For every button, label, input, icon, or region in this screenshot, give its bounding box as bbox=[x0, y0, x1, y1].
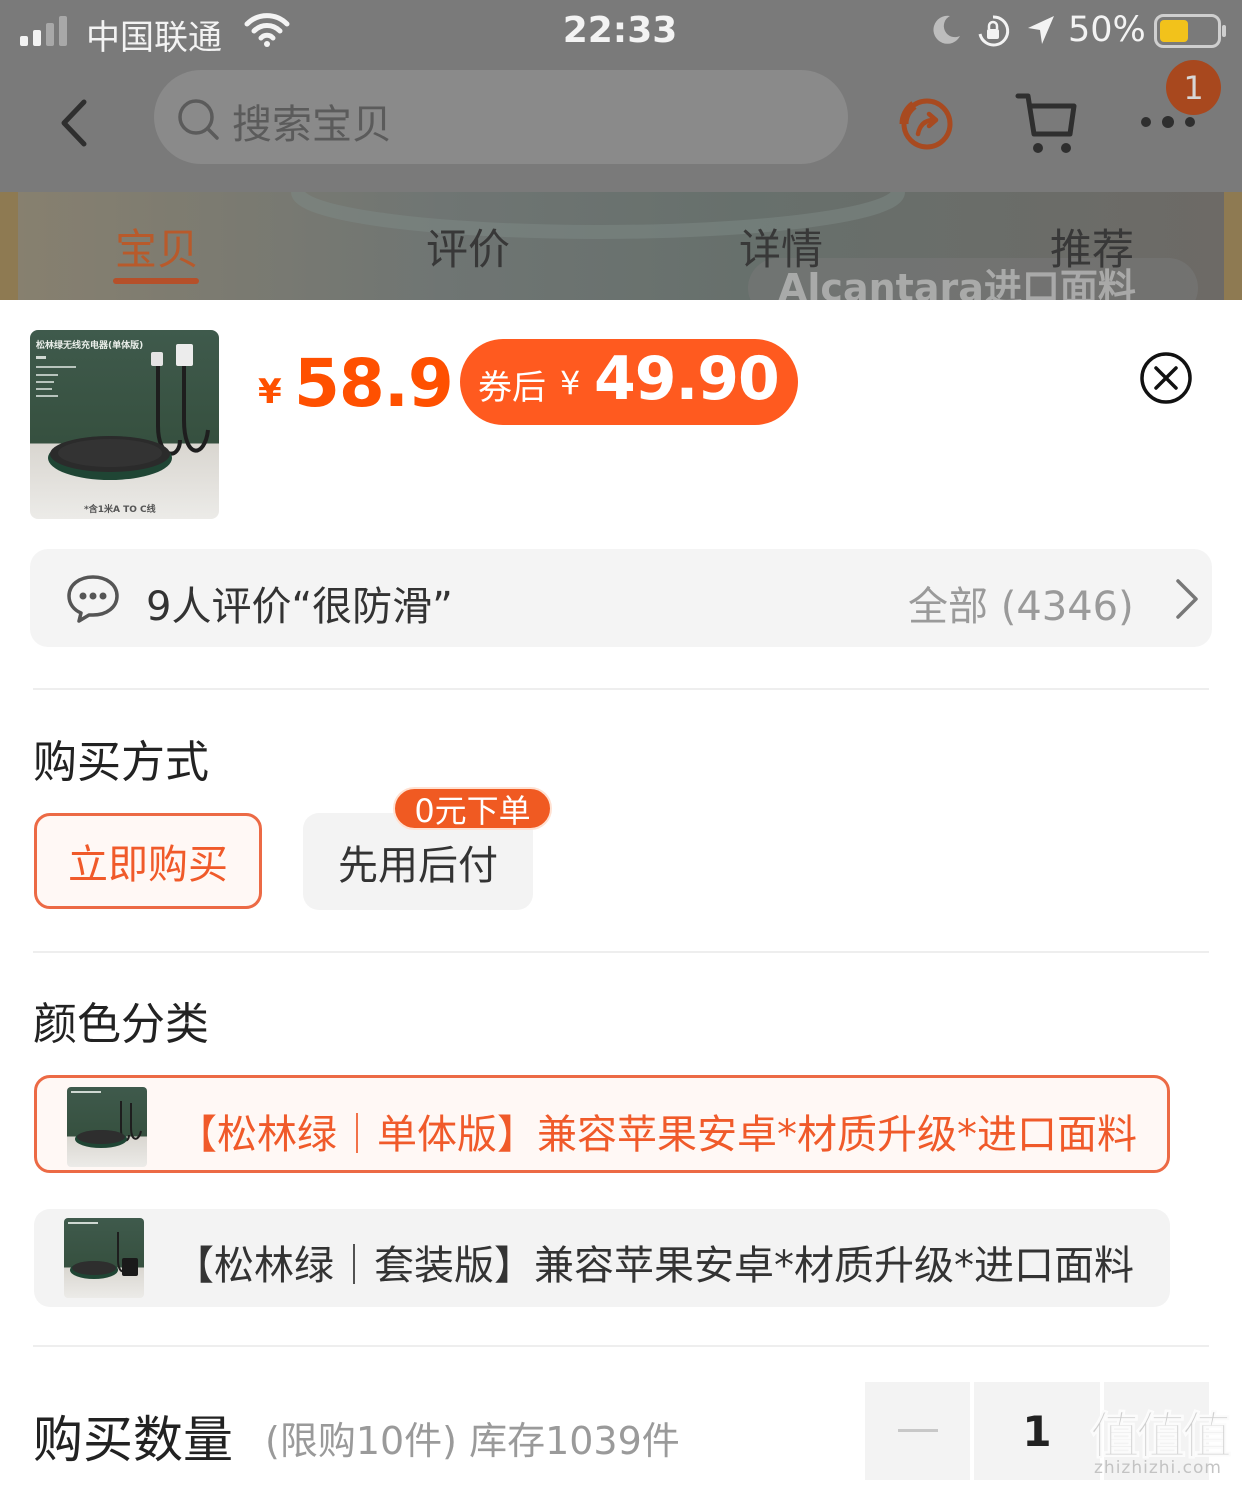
charger-image-icon bbox=[36, 344, 210, 480]
coupon-currency: ¥ bbox=[560, 364, 581, 402]
rotation-lock-icon bbox=[976, 14, 1010, 52]
back-icon[interactable] bbox=[56, 98, 92, 152]
color-option-kit[interactable]: 【松林绿｜套装版】兼容苹果安卓*材质升级*进口面料 bbox=[34, 1209, 1170, 1307]
location-icon bbox=[1026, 14, 1056, 50]
divider bbox=[33, 1345, 1209, 1347]
minus-icon bbox=[897, 1429, 938, 1432]
moon-icon bbox=[930, 14, 962, 50]
search-placeholder: 搜索宝贝 bbox=[232, 102, 392, 148]
quantity-input[interactable]: 1 bbox=[974, 1382, 1100, 1480]
color-option-single[interactable]: 【松林绿｜单体版】兼容苹果安卓*材质升级*进口面料 bbox=[34, 1075, 1170, 1173]
tab-details[interactable]: 详情 bbox=[739, 216, 823, 277]
product-thumbnail[interactable]: 松林绿无线充电器(单体版) *含1米A TO C线 bbox=[30, 330, 219, 519]
banner-edge bbox=[1224, 192, 1242, 300]
charger-kit-image-icon bbox=[68, 1222, 138, 1279]
coupon-price: 49.90 bbox=[594, 344, 780, 414]
price-currency: ¥ bbox=[258, 372, 282, 412]
color-option-label: 【松林绿｜套装版】兼容苹果安卓*材质升级*进口面料 bbox=[174, 1243, 1134, 1289]
carrier-name: 中国联通 bbox=[86, 18, 222, 58]
quantity-limit-stock: (限购10件) 库存1039件 bbox=[265, 1419, 680, 1463]
thumb-caption: *含1米A TO C线 bbox=[84, 505, 156, 515]
cart-badge: 1 bbox=[1166, 60, 1221, 115]
charger-image-icon bbox=[71, 1091, 142, 1148]
buy-now-label: 立即购买 bbox=[68, 842, 228, 888]
buy-now-option[interactable]: 立即购买 bbox=[34, 813, 262, 909]
pay-later-label: 先用后付 bbox=[338, 842, 498, 889]
purchase-method-title: 购买方式 bbox=[33, 737, 209, 788]
signal-icon bbox=[20, 14, 72, 50]
review-all-link[interactable]: 全部 (4346) bbox=[908, 574, 1134, 632]
zero-down-badge: 0元下单 bbox=[393, 787, 552, 830]
color-category-title: 颜色分类 bbox=[33, 999, 209, 1050]
option-thumbnail bbox=[67, 1087, 147, 1167]
cart-icon[interactable] bbox=[1014, 90, 1080, 160]
wifi-icon bbox=[244, 12, 290, 52]
color-option-label: 【松林绿｜单体版】兼容苹果安卓*材质升级*进口面料 bbox=[177, 1112, 1137, 1158]
battery-icon bbox=[1154, 14, 1228, 52]
option-thumbnail bbox=[64, 1218, 144, 1298]
tab-reviews[interactable]: 评价 bbox=[426, 216, 510, 277]
badge-text: 0元下单 bbox=[414, 791, 531, 830]
divider bbox=[33, 951, 1209, 953]
review-summary-text: 9人评价“很防滑” bbox=[146, 584, 453, 630]
cart-badge-count: 1 bbox=[1183, 68, 1204, 107]
battery-percent: 50% bbox=[1068, 10, 1146, 50]
close-icon bbox=[1140, 352, 1192, 404]
quantity-decrement-button[interactable] bbox=[865, 1382, 970, 1480]
watermark-url: zhizhizhi.com bbox=[1094, 1458, 1222, 1478]
quantity-title: 购买数量 bbox=[33, 1411, 233, 1469]
search-icon bbox=[176, 97, 220, 145]
tab-item[interactable]: 宝贝 bbox=[115, 216, 199, 277]
tab-active-indicator bbox=[113, 278, 199, 284]
coupon-label: 券后 bbox=[478, 368, 546, 408]
chevron-right-icon bbox=[1174, 578, 1200, 624]
status-time: 22:33 bbox=[562, 10, 678, 51]
price: 58.9 bbox=[294, 345, 454, 422]
close-button[interactable] bbox=[1139, 351, 1193, 405]
tab-recommend[interactable]: 推荐 bbox=[1050, 216, 1134, 277]
share-icon[interactable] bbox=[896, 94, 958, 158]
divider bbox=[33, 688, 1209, 690]
banner-edge bbox=[0, 192, 18, 300]
more-icon[interactable] bbox=[1138, 112, 1198, 136]
comment-icon bbox=[66, 574, 120, 628]
